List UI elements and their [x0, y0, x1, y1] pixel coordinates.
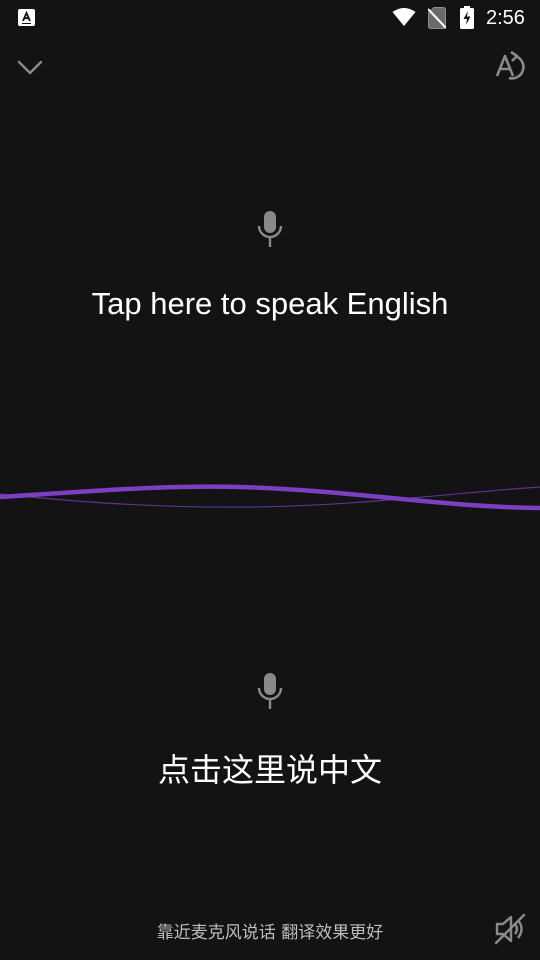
collapse-button[interactable]	[14, 52, 46, 82]
no-sim-icon	[428, 7, 446, 29]
microphone-tip: 靠近麦克风说话 翻译效果更好	[156, 923, 384, 943]
battery-charging-icon	[460, 6, 474, 29]
app-notification-icon	[18, 9, 35, 26]
switch-language-button[interactable]	[492, 48, 528, 84]
speak-chinese-area[interactable]: 点击这里说中文	[0, 620, 540, 880]
chevron-down-icon	[17, 60, 43, 75]
microphone-icon	[257, 211, 283, 247]
language-swap-icon	[495, 50, 525, 80]
mute-button[interactable]	[494, 912, 526, 946]
speak-english-prompt: Tap here to speak English	[91, 286, 449, 321]
voice-waveform	[0, 484, 540, 511]
microphone-icon	[257, 673, 283, 709]
wifi-icon	[392, 8, 416, 26]
speak-chinese-prompt: 点击这里说中文	[157, 751, 382, 789]
status-time: 2:56	[486, 7, 525, 29]
speak-english-area[interactable]: Tap here to speak English	[0, 150, 540, 440]
status-bar: 2:56	[0, 0, 540, 36]
speaker-muted-icon	[494, 913, 526, 945]
